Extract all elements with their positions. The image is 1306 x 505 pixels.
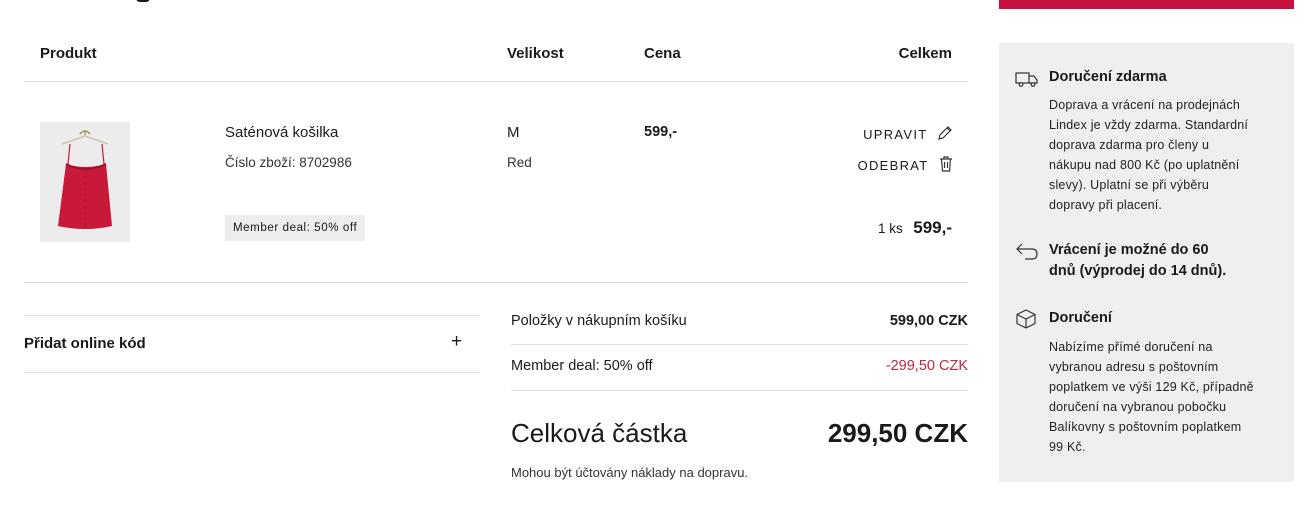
- summary-divider-2: [511, 390, 968, 391]
- remove-label: ODEBRAT: [857, 158, 929, 173]
- line-total: 1 ks 599,-: [830, 218, 952, 238]
- promo-label: Přidat online kód: [24, 335, 146, 352]
- product-size: M: [507, 124, 520, 141]
- items-subtotal-label: Položky v nákupním košíku: [511, 313, 687, 329]
- free-delivery-text: Doprava a vrácení na prodejnách Lindex j…: [1049, 98, 1249, 212]
- delivery-info-panel: Doručení zdarma Doprava a vrácení na pro…: [999, 43, 1294, 482]
- row-divider: [24, 282, 968, 283]
- col-header-size: Velikost: [507, 45, 564, 62]
- product-price: 599,-: [644, 124, 678, 140]
- return-arrow-icon: [1015, 241, 1039, 266]
- camisole-image: [40, 122, 130, 242]
- pencil-icon: [932, 124, 954, 144]
- truck-icon: [1015, 70, 1039, 93]
- col-header-product: Produkt: [40, 45, 97, 62]
- promo-code-toggle[interactable]: Přidat online kód +: [24, 316, 464, 372]
- returns-title: Vrácení je možné do 60 dnů (výprodej do …: [1049, 242, 1227, 279]
- free-delivery-title: Doručení zdarma: [1049, 69, 1167, 85]
- product-sku: Číslo zboží: 8702986: [225, 155, 352, 170]
- member-deal-badge: Member deal: 50% off: [225, 215, 366, 241]
- checkout-button-edge[interactable]: [999, 0, 1294, 9]
- product-color: Red: [507, 155, 532, 170]
- grand-total-label: Celková částka: [511, 418, 688, 448]
- col-header-total: Celkem: [898, 45, 952, 62]
- discount-value: -299,50 CZK: [885, 358, 968, 374]
- col-header-price: Cena: [644, 45, 681, 62]
- box-icon: [1015, 308, 1037, 335]
- delivery-title: Doručení: [1049, 310, 1112, 326]
- trash-icon: [933, 155, 954, 175]
- plus-icon: +: [451, 331, 463, 352]
- page-title-fragment: [136, 0, 150, 2]
- product-image[interactable]: [40, 122, 130, 242]
- edit-button[interactable]: UPRAVIT: [840, 124, 954, 144]
- line-total-value: 599,-: [913, 218, 952, 237]
- summary-divider-1: [511, 344, 968, 345]
- promo-bottom-divider: [24, 372, 480, 373]
- edit-label: UPRAVIT: [863, 127, 928, 142]
- remove-button[interactable]: ODEBRAT: [830, 155, 954, 175]
- shipping-note: Mohou být účtovány náklady na dopravu.: [511, 465, 749, 480]
- grand-total-value: 299,50 CZK: [827, 418, 968, 448]
- product-name[interactable]: Saténová košilka: [225, 124, 338, 141]
- quantity: 1 ks: [878, 221, 903, 236]
- items-subtotal-value: 599,00 CZK: [889, 313, 968, 329]
- discount-label: Member deal: 50% off: [511, 358, 653, 374]
- header-divider: [24, 81, 968, 82]
- delivery-text: Nabízíme přímé doručení na vybranou adre…: [1049, 340, 1254, 454]
